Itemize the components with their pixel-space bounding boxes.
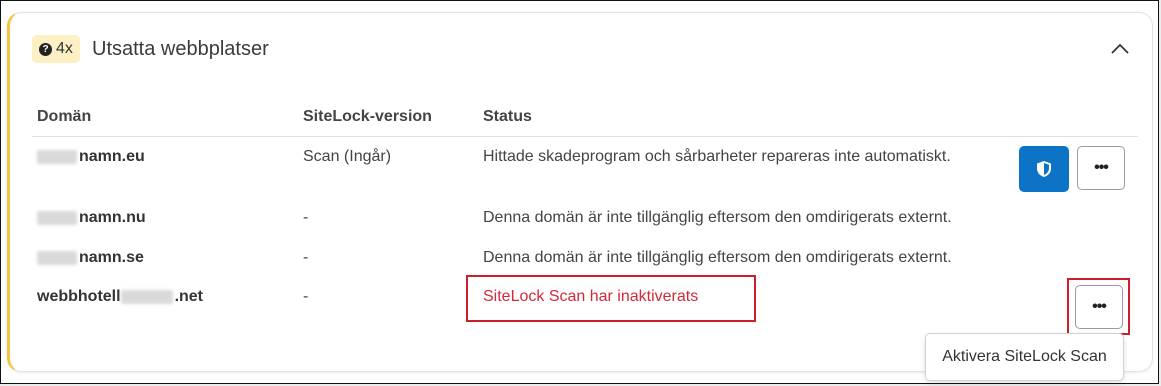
- table-row-version: -: [303, 288, 309, 305]
- badge-count: 4x: [56, 40, 73, 57]
- dropdown-menu-item-activate-sitelock[interactable]: Aktivera SiteLock Scan: [925, 333, 1124, 381]
- more-horizontal-icon: •••: [1092, 298, 1107, 315]
- domain-prefix-text: webbhotell: [37, 288, 121, 305]
- table-row-status: Hittade skadeprogram och sårbarheter rep…: [483, 148, 951, 165]
- screenshot-frame: ? 4x Utsatta webbplatser Domän SiteLock-…: [0, 0, 1159, 384]
- table-row-version: -: [303, 209, 309, 226]
- header-divider: [32, 136, 1138, 137]
- redacted-text: [37, 211, 77, 225]
- count-badge: ? 4x: [32, 35, 80, 63]
- question-circle-icon: ?: [39, 42, 52, 56]
- domain-text: .net: [174, 288, 204, 305]
- shield-icon: [1037, 161, 1051, 177]
- redacted-text: [37, 251, 77, 265]
- card-title: Utsatta webbplatser: [92, 38, 269, 60]
- domain-text: namn.se: [79, 249, 144, 266]
- table-row-version: Scan (Ingår): [303, 148, 392, 165]
- redacted-text: [120, 290, 173, 304]
- column-header-sitelock-version: SiteLock-version: [303, 108, 432, 125]
- more-options-button[interactable]: •••: [1075, 285, 1123, 329]
- dropdown-item-label: Aktivera SiteLock Scan: [942, 348, 1107, 365]
- column-header-status: Status: [483, 108, 532, 125]
- table-row-domain: namn.se: [37, 249, 144, 267]
- table-row-domain: webbhotell .net: [37, 288, 203, 306]
- sitelock-shield-button[interactable]: [1019, 146, 1069, 192]
- domain-text: namn.nu: [79, 209, 146, 226]
- table-row-domain: namn.eu: [37, 148, 145, 166]
- status-highlight-box: [466, 275, 756, 322]
- domain-text: namn.eu: [79, 148, 145, 165]
- table-row-status: Denna domän är inte tillgänglig eftersom…: [483, 209, 952, 226]
- more-horizontal-icon: •••: [1094, 159, 1109, 176]
- table-row-version: -: [303, 249, 309, 266]
- collapse-button[interactable]: [1108, 37, 1132, 61]
- table-row-domain: namn.nu: [37, 209, 146, 227]
- more-options-button[interactable]: •••: [1077, 146, 1125, 190]
- redacted-text: [37, 150, 77, 164]
- chevron-up-icon: [1111, 43, 1129, 54]
- table-row-status: Denna domän är inte tillgänglig eftersom…: [483, 249, 952, 266]
- column-header-domain: Domän: [37, 108, 92, 125]
